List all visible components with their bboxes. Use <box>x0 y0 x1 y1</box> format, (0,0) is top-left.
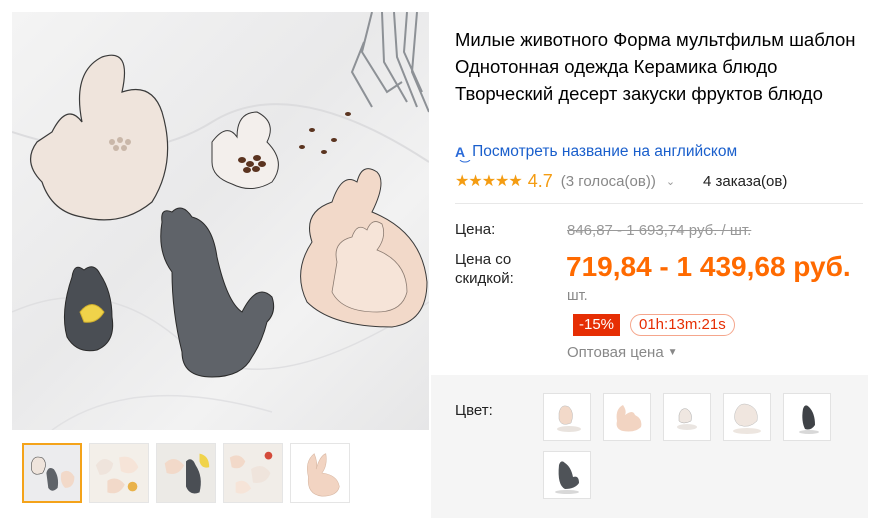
countdown-timer: 01h:13m:21s <box>630 314 735 336</box>
discount-price: 719,84 - 1 439,68 руб. <box>566 251 851 282</box>
discount-price-label: Цена со скидкой: <box>455 251 514 287</box>
orders-count: 4 заказа(ов) <box>703 172 788 190</box>
price-label: Цена: <box>455 221 496 238</box>
translate-row: A͜ Посмотреть название на английском <box>455 142 737 162</box>
star-rating-icon: ★★★★★ <box>455 173 523 190</box>
original-price: 846,87 - 1 693,74 руб. / шт. <box>567 222 752 239</box>
rating-value: 4.7 <box>527 170 553 191</box>
color-swatch-squirrel-small[interactable] <box>663 393 711 441</box>
color-swatch-squirrel-pink[interactable] <box>543 393 591 441</box>
main-product-image[interactable] <box>12 12 429 430</box>
divider <box>455 203 863 204</box>
wholesale-price-dropdown[interactable]: Оптовая цена ▼ <box>567 344 678 361</box>
color-label: Цвет: <box>455 402 493 419</box>
color-swatch-rabbit-pink[interactable] <box>603 393 651 441</box>
color-swatch-cat-black[interactable] <box>783 393 831 441</box>
thumbnail-3[interactable] <box>156 443 216 503</box>
thumbnail-1[interactable] <box>22 443 82 503</box>
caret-down-icon: ▼ <box>667 347 678 358</box>
color-swatch-squirrel-white[interactable] <box>723 393 771 441</box>
thumbnail-4[interactable] <box>223 443 283 503</box>
price-unit: шт. <box>567 288 588 304</box>
product-title: Милые животного Форма мультфильм шаблон … <box>455 29 856 104</box>
translate-icon: A͜ <box>455 144 465 160</box>
color-selector-panel: Цвет: <box>431 375 868 518</box>
view-english-title-link[interactable]: Посмотреть название на английском <box>472 143 737 161</box>
thumbnail-strip <box>22 443 350 505</box>
wholesale-price-label: Оптовая цена <box>567 344 664 361</box>
thumbnail-2[interactable] <box>89 443 149 503</box>
product-photo <box>12 12 429 430</box>
votes-count-link[interactable]: (3 голоса(ов)) <box>561 173 656 190</box>
color-swatches <box>543 393 843 499</box>
thumbnail-5[interactable] <box>290 443 350 503</box>
rating-row: ★★★★★ 4.7 (3 голоса(ов)) ⌄ 4 заказа(ов) <box>455 170 787 192</box>
discount-badge: -15% <box>573 314 621 336</box>
chevron-down-icon[interactable]: ⌄ <box>666 175 675 188</box>
product-info-panel: Милые животного Форма мультфильм шаблон … <box>431 0 884 518</box>
color-swatch-cat-grey[interactable] <box>543 451 591 499</box>
